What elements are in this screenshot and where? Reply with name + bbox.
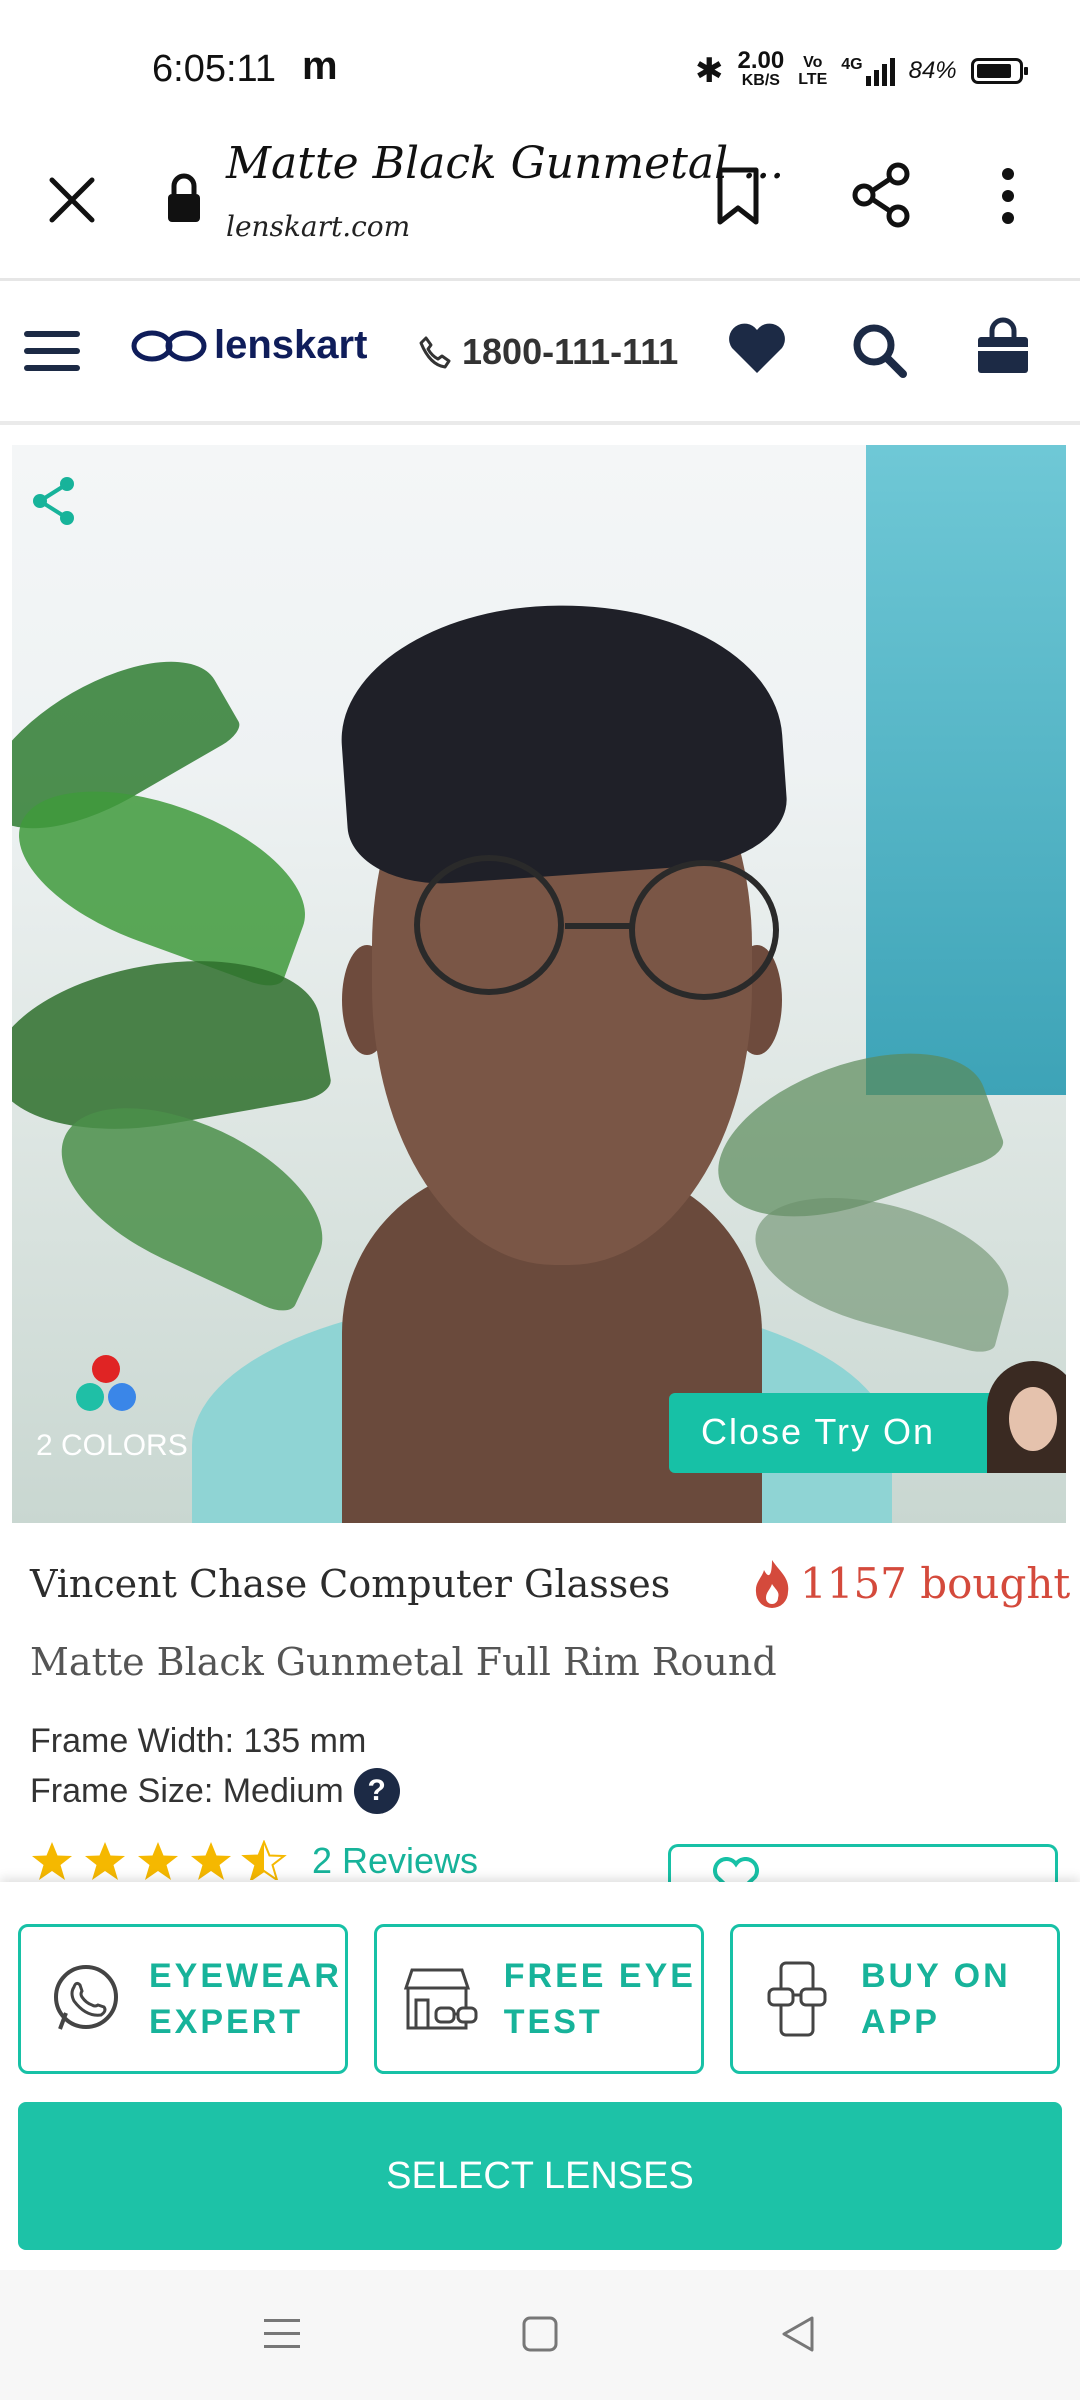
status-bar: 6:05:11 m ✱ 2.00 KB/S Vo LTE 4G 84%: [0, 0, 1080, 130]
free-eye-test-button[interactable]: FREE EYE TEST: [374, 1924, 704, 2074]
add-to-wishlist-button[interactable]: [668, 1844, 1058, 1884]
lock-icon: [168, 173, 200, 222]
star-icon: [191, 1842, 231, 1880]
fire-icon: [755, 1560, 789, 1608]
net-speed: 2.00 KB/S: [737, 47, 785, 91]
glasses-lens-left: [414, 855, 564, 995]
brand-name: lenskart: [214, 323, 368, 367]
bought-count: 1157 bought: [752, 1558, 1070, 1608]
buy-on-app-label: BUY ON APP: [861, 1957, 1011, 2041]
sticky-actions-panel: EYEWEAR EXPERT FREE EYE TEST BUY ON APP: [0, 1882, 1080, 2270]
close-icon[interactable]: [46, 174, 98, 226]
product-share-icon[interactable]: [30, 475, 78, 527]
frame-size-help-icon[interactable]: ?: [353, 1768, 400, 1814]
battery-icon: [970, 58, 1028, 84]
page-title[interactable]: Matte Black Gunmetal ...: [226, 138, 784, 189]
color-dot-blue: [108, 1383, 136, 1411]
network-type: 4G: [841, 56, 863, 73]
net-speed-value: 2.00: [737, 47, 785, 74]
wishlist-outline-icon: [713, 1857, 759, 1884]
hamburger-menu-icon[interactable]: [24, 329, 80, 373]
back-button-icon[interactable]: [778, 2314, 818, 2354]
lenskart-logo-icon: [131, 330, 207, 361]
wishlist-heart-icon[interactable]: [726, 321, 788, 377]
bluetooth-icon: ✱: [695, 52, 724, 90]
product-title: Vincent Chase Computer Glasses: [30, 1562, 671, 1606]
star-icon: [85, 1842, 125, 1880]
page-domain[interactable]: lenskart.com: [226, 210, 410, 243]
phone-number: 1800-111-111: [462, 331, 679, 372]
battery-percent: 84%: [908, 57, 957, 84]
background-wall: [866, 445, 1066, 1095]
star-icon: [138, 1842, 178, 1880]
browser-toolbar: Matte Black Gunmetal ... lenskart.com: [0, 130, 1080, 281]
color-swatches: [66, 1355, 146, 1425]
try-on-model-avatar: [987, 1361, 1066, 1473]
more-options-icon[interactable]: [996, 166, 1020, 226]
system-nav-bar: [0, 2270, 1080, 2400]
frame-width: Frame Width: 135 mm: [30, 1722, 367, 1760]
product-subtitle: Matte Black Gunmetal Full Rim Round: [30, 1640, 777, 1684]
whatsapp-icon: [41, 1954, 131, 2044]
bought-count-text: 1157 bought: [800, 1558, 1071, 1608]
home-button-icon[interactable]: [520, 2314, 560, 2354]
half-star-icon: [243, 1841, 285, 1880]
person-hair: [333, 589, 791, 891]
site-header: lenskart 1800-111-111: [0, 281, 1080, 425]
eyewear-expert-label: EYEWEAR EXPERT: [149, 1957, 342, 2041]
eyewear-expert-button[interactable]: EYEWEAR EXPERT: [18, 1924, 348, 2074]
free-eye-test-label: FREE EYE TEST: [503, 1957, 696, 2041]
product-image[interactable]: 2 COLORS Close Try On: [12, 445, 1066, 1523]
bookmark-icon[interactable]: [714, 166, 762, 228]
glasses-lens-right: [629, 860, 779, 1000]
reviews-link[interactable]: 2 Reviews: [312, 1840, 478, 1880]
color-dot-teal: [76, 1383, 104, 1411]
app-notification-icon: m: [302, 44, 338, 88]
share-icon[interactable]: [852, 162, 912, 228]
close-try-on-label: Close Try On: [701, 1411, 936, 1452]
signal-icon: 4G: [841, 56, 895, 86]
support-phone[interactable]: 1800-111-111: [418, 331, 678, 373]
rating-row[interactable]: 2 Reviews: [30, 1840, 478, 1880]
phone-icon: [419, 336, 451, 369]
color-options[interactable]: 2 COLORS: [36, 1355, 216, 1463]
search-icon[interactable]: [850, 321, 908, 379]
phone-glasses-icon: [753, 1954, 843, 2044]
select-lenses-button[interactable]: SELECT LENSES: [18, 2102, 1062, 2250]
buy-on-app-button[interactable]: BUY ON APP: [730, 1924, 1060, 2074]
recents-menu-icon[interactable]: [262, 2315, 302, 2353]
color-dot-red: [92, 1355, 120, 1383]
rating-stars: [32, 1841, 285, 1880]
frame-size: Frame Size: Medium: [30, 1771, 344, 1810]
close-try-on-button[interactable]: Close Try On: [669, 1361, 1066, 1473]
cart-bag-icon[interactable]: [974, 317, 1032, 377]
colors-count-label: 2 COLORS: [36, 1429, 188, 1462]
volte-indicator: Vo LTE: [798, 54, 827, 88]
status-icons: ✱ 2.00 KB/S Vo LTE 4G 84%: [695, 46, 1028, 96]
status-time: 6:05:11: [152, 48, 276, 90]
glasses-bridge: [565, 923, 635, 929]
volte-top: Vo: [803, 54, 823, 71]
frame-size-row: Frame Size: Medium ?: [30, 1768, 400, 1814]
star-icon: [32, 1842, 72, 1880]
net-speed-unit: KB/S: [741, 72, 780, 89]
lenskart-logo[interactable]: lenskart: [130, 323, 367, 368]
store-glasses-icon: [397, 1954, 486, 2044]
volte-bottom: LTE: [798, 71, 828, 88]
